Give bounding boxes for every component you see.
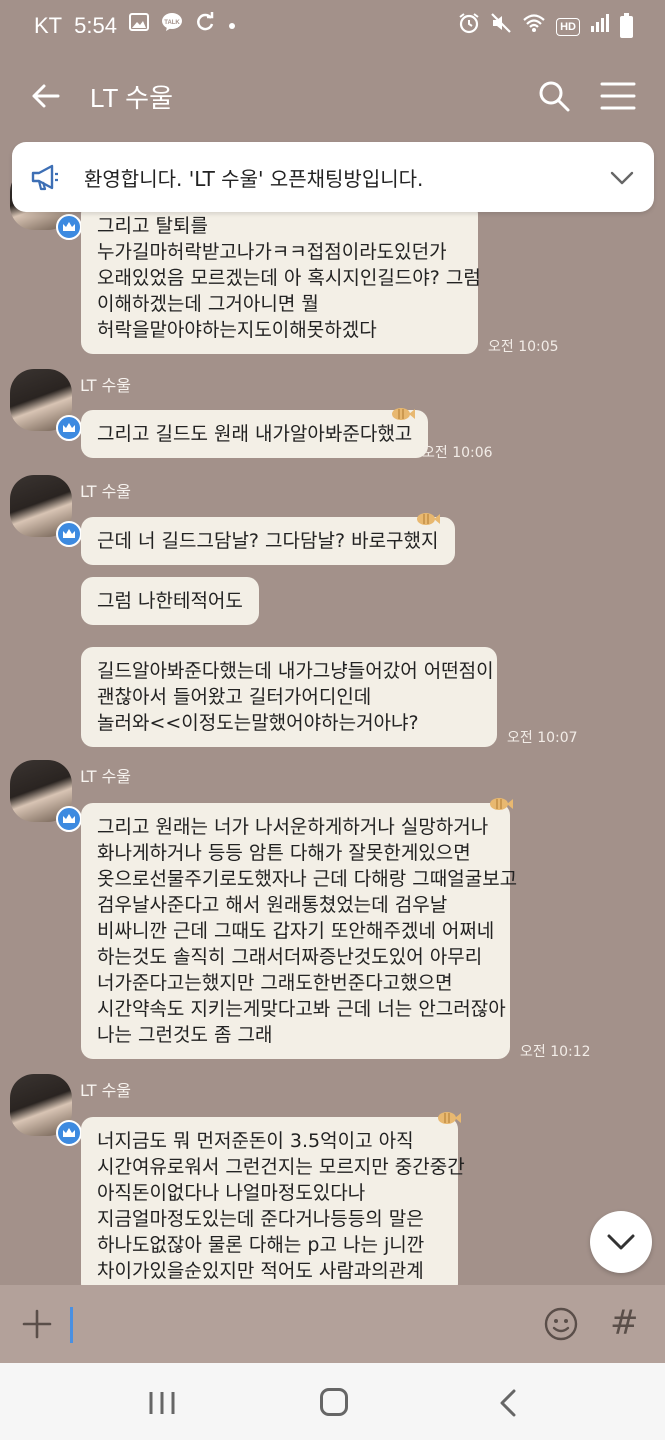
signal-icon bbox=[590, 13, 610, 40]
search-icon bbox=[539, 81, 570, 112]
chat-title: LT 수울 bbox=[90, 83, 174, 113]
sender-name[interactable]: LT 수울 bbox=[80, 1077, 131, 1101]
megaphone-icon bbox=[31, 164, 58, 191]
recent-apps-icon[interactable] bbox=[148, 1390, 176, 1416]
sender-name[interactable]: LT 수울 bbox=[80, 763, 131, 787]
fish-sticker-icon bbox=[417, 513, 440, 525]
chat-area[interactable]: 그리고 탈퇴를 누가길마허락받고나가ㅋㅋ접점이라도있던가 오래있었음 모르겠는데… bbox=[0, 140, 665, 1285]
chevron-down-icon[interactable] bbox=[610, 166, 634, 188]
alarm-icon bbox=[458, 12, 480, 41]
arrow-left-icon bbox=[32, 84, 60, 108]
sync-icon bbox=[195, 12, 215, 39]
clock: 5:54 bbox=[74, 12, 117, 38]
message-time: 오전 10:06 bbox=[422, 445, 493, 461]
search-button[interactable] bbox=[536, 78, 572, 114]
fish-sticker-icon bbox=[392, 408, 415, 420]
crown-badge-icon bbox=[56, 415, 82, 441]
chevron-down-icon bbox=[607, 1234, 635, 1250]
crown-badge-icon bbox=[56, 521, 82, 547]
notice-text: 환영합니다. 'LT 수울' 오픈채팅방입니다. bbox=[84, 167, 424, 191]
message-bubble[interactable]: 그리고 길드도 원래 내가알아봐준다했고 bbox=[81, 410, 429, 458]
message-bubble[interactable]: 그리고 원래는 너가 나서운하게하거나 실망하거나 화나게하거나 등등 암튼 다… bbox=[81, 803, 517, 1059]
fish-sticker-icon bbox=[490, 798, 513, 810]
emoji-icon[interactable] bbox=[544, 1307, 578, 1341]
carrier-label: KT bbox=[34, 12, 63, 38]
crown-badge-icon bbox=[56, 214, 82, 240]
menu-button[interactable] bbox=[600, 80, 636, 112]
avatar[interactable] bbox=[10, 369, 82, 441]
message-bubble[interactable]: 너지금도 뭐 먼저준돈이 3.5억이고 아직 시간여유로워서 그런건지는 모르지… bbox=[81, 1117, 465, 1285]
message-time: 오전 10:05 bbox=[488, 339, 559, 355]
message-input-bar: # bbox=[0, 1285, 665, 1363]
hashtag-button[interactable]: # bbox=[610, 1303, 639, 1343]
message-bubble[interactable]: 그리고 탈퇴를 누가길마허락받고나가ㅋㅋ접점이라도있던가 오래있었음 모르겠는데… bbox=[81, 202, 481, 354]
wifi-icon bbox=[522, 13, 546, 40]
svg-text:TALK: TALK bbox=[164, 20, 180, 26]
status-bar-left: KT 5:54 TALK bbox=[34, 12, 237, 39]
avatar[interactable] bbox=[10, 475, 82, 547]
scroll-to-bottom-button[interactable] bbox=[590, 1211, 652, 1273]
back-button[interactable] bbox=[28, 78, 64, 114]
fish-sticker-icon bbox=[438, 1112, 461, 1124]
nav-back-icon[interactable] bbox=[496, 1389, 520, 1417]
message-bubble[interactable]: 그럼 나한테적어도 bbox=[81, 577, 259, 625]
system-nav-bar bbox=[0, 1363, 665, 1440]
dot-icon bbox=[227, 14, 237, 38]
talk-icon: TALK bbox=[161, 12, 183, 39]
message-bubble[interactable]: 길드알아봐준다했는데 내가그냥들어갔어 어떤점이 괜찮아서 들어왔고 길터가어디… bbox=[81, 647, 497, 747]
plus-icon[interactable] bbox=[22, 1309, 52, 1339]
sender-name[interactable]: LT 수울 bbox=[80, 478, 131, 502]
battery-icon bbox=[620, 12, 633, 38]
hd-icon: HD bbox=[556, 17, 580, 36]
crown-badge-icon bbox=[56, 1120, 82, 1146]
message-time: 오전 10:12 bbox=[520, 1044, 591, 1060]
sender-name[interactable]: LT 수울 bbox=[80, 372, 131, 396]
message-time: 오전 10:07 bbox=[507, 730, 578, 746]
menu-icon bbox=[600, 82, 636, 110]
status-bar-right: HD bbox=[458, 12, 633, 41]
message-input[interactable] bbox=[70, 1307, 73, 1343]
gallery-icon bbox=[128, 13, 149, 38]
message-bubble[interactable]: 근데 너 길드그담날? 그다담날? 바로구했지 bbox=[81, 517, 455, 565]
notice-banner[interactable]: 환영합니다. 'LT 수울' 오픈채팅방입니다. bbox=[12, 142, 654, 212]
home-icon[interactable] bbox=[320, 1388, 348, 1416]
crown-badge-icon bbox=[56, 806, 82, 832]
avatar[interactable] bbox=[10, 1074, 82, 1146]
status-bar: KT 5:54 TALK HD bbox=[0, 0, 665, 52]
chat-header: LT 수울 bbox=[0, 52, 665, 140]
avatar[interactable] bbox=[10, 760, 82, 832]
mute-icon bbox=[490, 12, 512, 41]
